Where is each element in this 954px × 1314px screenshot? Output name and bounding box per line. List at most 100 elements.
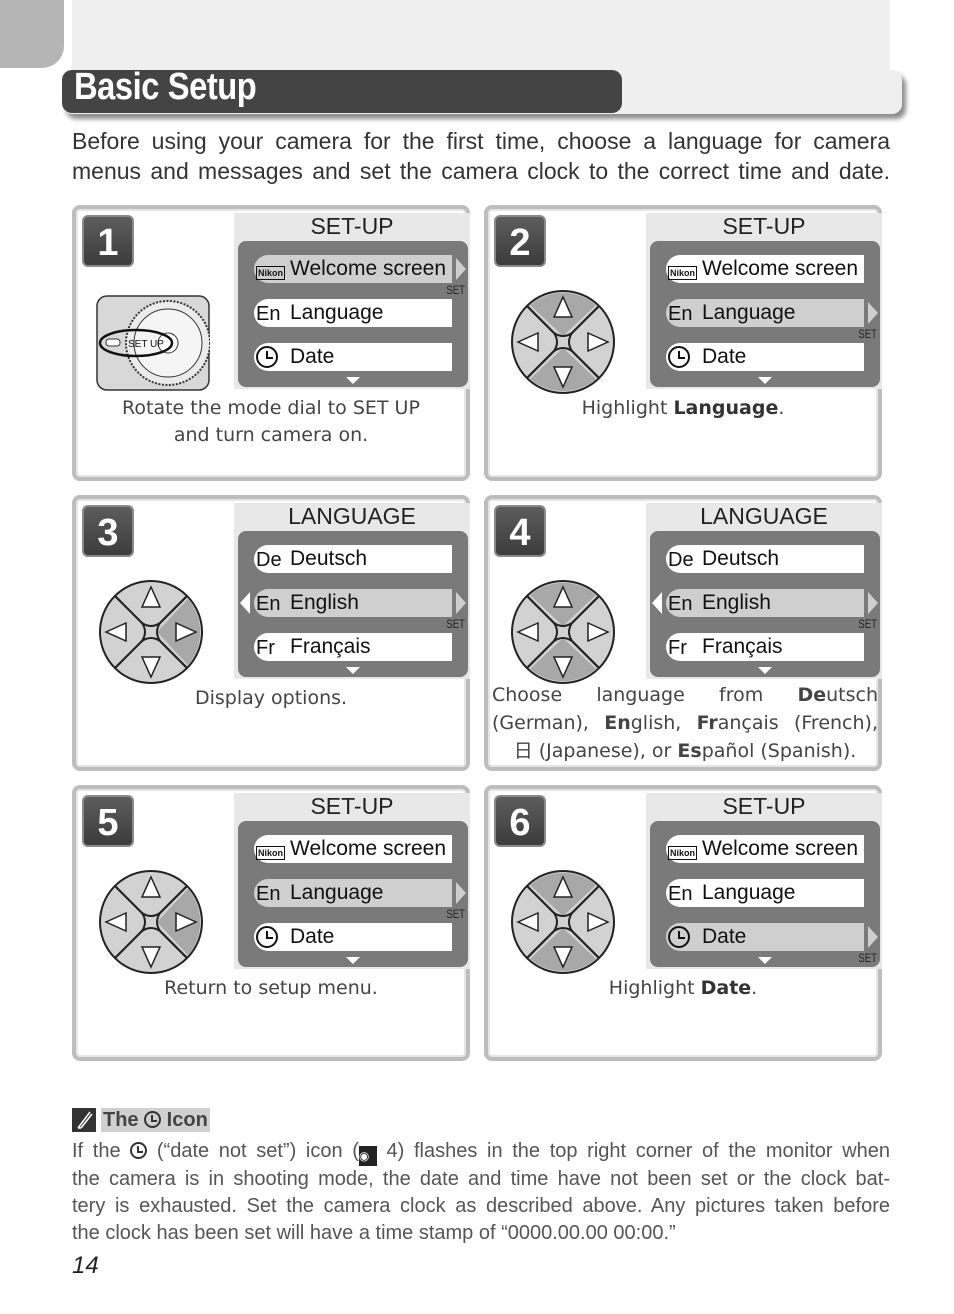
camera-screen: SET-UP Nikon Welcome screen En Language SET… [234, 793, 470, 969]
intro-line: Before using your camera for the first t… [72, 128, 890, 154]
menu-item-label: Welcome screen [702, 837, 859, 860]
page-title: Basic Setup [74, 66, 257, 108]
menu-item-label: Date [702, 925, 747, 948]
note-line: the clock has been set will have a time … [72, 1222, 676, 1244]
note-body: If the (“date not set”) icon (◉ 4) flash… [72, 1138, 890, 1247]
header-band [72, 0, 890, 70]
multi-selector-icon [99, 870, 203, 974]
menu-item[interactable]: Fr Français [666, 633, 864, 661]
camera-screen: SET-UP Nikon Welcome screen En Language Da… [646, 793, 882, 969]
scroll-down-icon [346, 377, 360, 384]
menu-item-label: Date [702, 345, 747, 368]
menu-item[interactable]: En Language [254, 879, 466, 907]
intro-line: menus and messages and set the camera cl… [72, 158, 890, 184]
screen-title: LANGUAGE [700, 503, 828, 529]
nikon-icon: Nikon [668, 266, 698, 280]
menu-item[interactable]: En English [652, 589, 878, 617]
clock-icon [668, 346, 690, 368]
scroll-down-icon [758, 667, 772, 674]
camera-screen: LANGUAGE De Deutsch En English SET Fr França… [646, 503, 882, 679]
arrow-left-icon [240, 592, 250, 614]
pencil-icon [72, 1108, 96, 1132]
clock-icon [668, 926, 690, 948]
menu-item[interactable]: Nikon Welcome screen [254, 255, 466, 283]
menu-item[interactable]: De Deutsch [666, 545, 864, 573]
multi-selector-icon [511, 580, 615, 684]
language-code: De [256, 549, 282, 571]
menu-item[interactable]: En English [240, 589, 466, 617]
clock-icon [256, 926, 278, 948]
camera-screen: LANGUAGE De Deutsch En English SET Fr França… [234, 503, 470, 679]
screen-title: LANGUAGE [288, 503, 416, 529]
scroll-down-icon [346, 667, 360, 674]
scroll-down-icon [758, 377, 772, 384]
menu-item[interactable]: Date [254, 923, 452, 951]
menu-item[interactable]: Fr Français [254, 633, 452, 661]
menu-item[interactable]: En Language [666, 299, 878, 327]
camera-screen: SET-UP Nikon Welcome screen En Language SET… [646, 213, 882, 389]
page-number: 14 [72, 1252, 99, 1279]
step-box: 5 SET-UP Nikon Welcome screen En Language S… [72, 785, 470, 1061]
nikon-icon: Nikon [256, 846, 286, 860]
note-text: If the [72, 1140, 131, 1162]
set-label: SET [858, 951, 878, 965]
menu-item[interactable]: Date [666, 923, 878, 951]
language-code: Fr [668, 637, 687, 659]
arrow-left-icon [652, 592, 662, 614]
note-text: (“date not set”) icon ( [147, 1140, 359, 1162]
language-code: En [668, 593, 693, 615]
multi-selector-icon [511, 290, 615, 394]
menu-item[interactable]: Date [666, 343, 864, 371]
set-label: SET [446, 283, 466, 297]
step-number: 2 [494, 215, 546, 267]
caption-line: Rotate the mode dial to SET UP [122, 397, 420, 419]
set-label: SET [858, 617, 878, 631]
step-caption: Display options. [194, 687, 348, 709]
arrow-right-icon [456, 258, 466, 280]
menu-item[interactable]: En Language [254, 299, 452, 327]
menu-item-label: Date [290, 925, 335, 948]
menu-item[interactable]: Nikon Welcome screen [254, 835, 452, 863]
note-line: tery is exhausted. Set the camera clock … [72, 1195, 890, 1217]
camera-menu: De Deutsch En English SET Fr Français [238, 531, 468, 677]
caption-line: and turn camera on. [173, 424, 369, 446]
mode-dial-illustration: SET UP [96, 295, 210, 391]
arrow-right-icon [868, 592, 878, 614]
chapter-tab [0, 0, 64, 68]
menu-item-label: Welcome screen [702, 257, 859, 280]
language-code: De [668, 549, 694, 571]
step-number: 3 [82, 505, 134, 557]
menu-item[interactable]: Nikon Welcome screen [666, 835, 864, 863]
step-number: 1 [82, 215, 134, 267]
step-box: 2 SET-UP Nikon Welcome screen En Language S… [484, 205, 882, 481]
dial-setup-label: SET UP [128, 339, 164, 350]
note-line: If the (“date not set”) icon (◉ 4) flash… [72, 1138, 890, 1166]
camera-menu: Nikon Welcome screen En Language Date SET [650, 821, 880, 967]
menu-item[interactable]: Date [254, 343, 452, 371]
menu-item[interactable]: De Deutsch [254, 545, 452, 573]
date-not-set-icon [130, 1142, 148, 1159]
step-caption: Choose language from Deutsch (German), E… [492, 681, 878, 765]
caption-line: (German), English, Français (French), [492, 712, 878, 734]
camera-menu: Nikon Welcome screen SET En Language Date [238, 241, 468, 387]
multi-selector-icon [99, 580, 203, 684]
set-label: SET [446, 907, 466, 921]
screen-title: SET-UP [722, 213, 806, 239]
step-box: 4 LANGUAGE De Deutsch En English SET Fr Fran… [484, 495, 882, 771]
menu-item[interactable]: Nikon Welcome screen [666, 255, 864, 283]
camera-menu: Nikon Welcome screen En Language SET Date [650, 241, 880, 387]
step-box: 6 SET-UP Nikon Welcome screen En Language … [484, 785, 882, 1061]
clock-icon [256, 346, 278, 368]
screen-title: SET-UP [310, 213, 394, 239]
nikon-icon: Nikon [256, 266, 286, 280]
step-box: 3 LANGUAGE De Deutsch En English SET Fr Fran… [72, 495, 470, 771]
menu-item-label: Français [702, 635, 783, 658]
note-title: The Icon [101, 1108, 210, 1132]
language-code: Fr [256, 637, 275, 659]
language-code: En [256, 593, 281, 615]
set-label: SET [446, 617, 466, 631]
shooting-mode-icon: ◉ [358, 1146, 377, 1166]
step-caption: Highlight Date. [608, 977, 758, 999]
menu-item[interactable]: En Language [666, 879, 864, 907]
note-title-text: Icon [161, 1109, 208, 1131]
